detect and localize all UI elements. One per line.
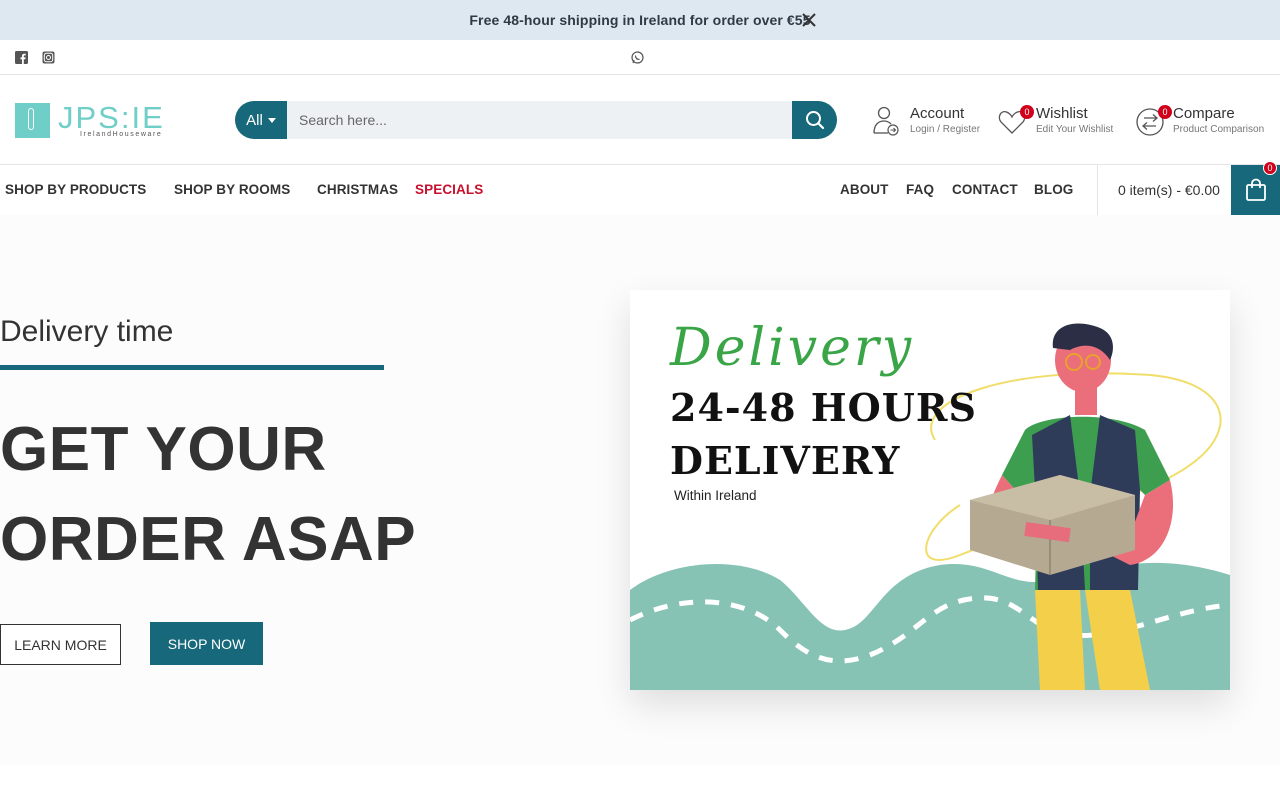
- facebook-icon[interactable]: [15, 51, 28, 64]
- banner-script-title: Delivery: [670, 318, 915, 378]
- announcement-bar: Free 48-hour shipping in Ireland for ord…: [0, 0, 1280, 40]
- logo-text: JPS:IE: [58, 100, 165, 135]
- site-header: JPS:IE IrelandHouseware All Search here.…: [0, 75, 1280, 165]
- hero-divider: [0, 365, 384, 370]
- nav-shop-by-products[interactable]: SHOP BY PRODUCTS: [5, 182, 146, 197]
- wishlist-title: Wishlist: [1036, 105, 1088, 122]
- close-icon[interactable]: [800, 11, 818, 29]
- compare-subtitle: Product Comparison: [1173, 124, 1265, 135]
- logo-subtext: IrelandHouseware: [80, 131, 163, 138]
- search-bar: All: [235, 101, 837, 139]
- search-category-dropdown[interactable]: All: [235, 101, 287, 139]
- wishlist-link[interactable]: 0 Wishlist Edit Your Wishlist: [998, 105, 1113, 137]
- nav-about[interactable]: ABOUT: [840, 182, 889, 197]
- compare-link[interactable]: 0 Compare Product Comparison: [1135, 105, 1264, 137]
- banner-line1: 24-48 HOURS: [670, 385, 977, 430]
- cart-divider: [1097, 165, 1098, 215]
- logo-mark: [15, 102, 50, 138]
- shop-now-button[interactable]: SHOP NOW: [150, 622, 263, 665]
- account-subtitle: Login / Register: [910, 124, 981, 135]
- user-icon: [873, 106, 899, 136]
- nav-christmas[interactable]: CHRISTMAS: [317, 182, 398, 197]
- hero-kicker: Delivery time: [0, 315, 174, 348]
- chevron-down-icon: [267, 117, 276, 123]
- main-nav: SHOP BY PRODUCTS SHOP BY ROOMS CHRISTMAS…: [0, 161, 1280, 215]
- search-category-label: All: [246, 111, 263, 129]
- compare-count-badge: 0: [1158, 105, 1172, 119]
- wishlist-subtitle: Edit Your Wishlist: [1036, 124, 1114, 135]
- shopping-bag-icon: [1245, 178, 1266, 201]
- learn-more-button[interactable]: LEARN MORE: [0, 624, 121, 665]
- search-icon: [805, 111, 824, 130]
- delivery-banner[interactable]: Delivery 24-48 HOURS DELIVERY Within Ire…: [630, 290, 1230, 690]
- compare-title: Compare: [1173, 105, 1235, 122]
- account-title: Account: [910, 105, 965, 122]
- logo[interactable]: JPS:IE IrelandHouseware: [15, 101, 175, 139]
- banner-line2: DELIVERY: [670, 438, 901, 483]
- banner-subtitle: Within Ireland: [674, 488, 757, 503]
- cart-button[interactable]: 0: [1231, 161, 1280, 215]
- wishlist-count-badge: 0: [1020, 105, 1034, 119]
- nav-specials[interactable]: SPECIALS: [415, 182, 483, 197]
- cart-count-badge: 0: [1263, 161, 1277, 175]
- hero-title-line1: GET YOUR: [0, 415, 327, 484]
- account-link[interactable]: Account Login / Register: [872, 105, 980, 137]
- announcement-text: Free 48-hour shipping in Ireland for ord…: [469, 12, 811, 28]
- whatsapp-icon[interactable]: [631, 51, 644, 64]
- search-input[interactable]: [287, 101, 792, 139]
- hero-title: GET YOUR ORDER ASAP: [0, 405, 416, 585]
- hero-section: Delivery time GET YOUR ORDER ASAP LEARN …: [0, 215, 1280, 765]
- hero-title-line2: ORDER ASAP: [0, 505, 417, 574]
- instagram-icon[interactable]: [42, 51, 55, 64]
- nav-blog[interactable]: BLOG: [1034, 182, 1073, 197]
- nav-shop-by-rooms[interactable]: SHOP BY ROOMS: [174, 182, 290, 197]
- search-button[interactable]: [792, 101, 837, 139]
- cart-summary[interactable]: 0 item(s) - €0.00: [1118, 182, 1220, 198]
- nav-contact[interactable]: CONTACT: [952, 182, 1018, 197]
- social-strip: [0, 40, 1280, 75]
- nav-faq[interactable]: FAQ: [906, 182, 934, 197]
